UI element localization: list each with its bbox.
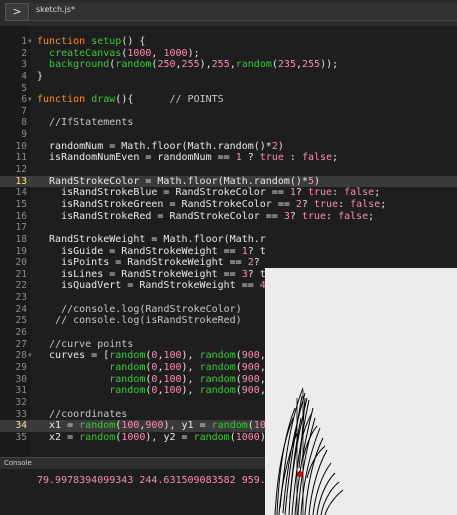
fold-arrow-icon[interactable]: ▼ <box>28 94 32 106</box>
line-number: 16 <box>15 210 27 222</box>
sketch-preview-canvas[interactable] <box>265 268 457 515</box>
code-line[interactable]: 7 <box>0 106 457 118</box>
code-text: RandStrokeWeight = Math.floor(Math.r <box>37 233 266 245</box>
code-text: // console.log(isRandStrokeRed) <box>55 315 242 327</box>
line-number: 26 <box>15 327 27 339</box>
code-text: isPoints = RandStrokeWeight == 2? <box>37 257 260 269</box>
code-line[interactable]: 13 RandStrokeColor = Math.floor(Math.ran… <box>0 175 457 188</box>
code-line[interactable]: 10 randomNum = Math.floor(Math.random()*… <box>0 141 457 153</box>
code-line[interactable]: 3 background(random(250,255),255,random(… <box>0 59 457 71</box>
code-text: RandStrokeColor = Math.floor(Math.random… <box>37 175 320 187</box>
line-number: 28 <box>15 350 27 362</box>
code-line[interactable]: 11 isRandomNumEven = randomNum == 1 ? tr… <box>0 152 457 164</box>
code-text: random(0,100), random(900, <box>109 385 266 397</box>
line-number: 24 <box>15 303 27 315</box>
code-text: isRandomNumEven = randomNum == 1 ? true … <box>37 152 339 164</box>
code-line[interactable]: 5 <box>0 83 457 95</box>
code-text: createCanvas(1000, 1000); <box>49 47 200 59</box>
line-number: 3 <box>21 59 27 71</box>
sketch-point <box>297 471 303 477</box>
line-number: 20 <box>15 257 27 269</box>
console-output: 79.9978394099343 244.631509083582 959.. <box>37 475 272 486</box>
code-text: background(random(250,255),255,random(23… <box>49 59 339 71</box>
line-number: 9 <box>21 129 27 141</box>
line-number: 30 <box>15 373 27 385</box>
line-number: 14 <box>15 187 27 199</box>
code-text: //console.log(RandStrokeColor) <box>61 303 242 315</box>
code-text: randomNum = Math.floor(Math.random()*2) <box>37 140 284 152</box>
code-text: isRandStrokeRed = RandStrokeColor == 3? … <box>37 210 375 222</box>
sketch-curve <box>320 481 340 515</box>
line-number: 2 <box>21 47 27 59</box>
line-number: 19 <box>15 245 27 257</box>
code-text: } <box>37 70 44 82</box>
code-line[interactable]: 6 ▼ function draw(){ // POINTS <box>0 94 457 106</box>
code-text: curves = [random(0,100), random(900, <box>37 350 266 362</box>
sketch-curve <box>324 489 344 515</box>
code-text: isRandStrokeGreen = RandStrokeColor == 2… <box>37 198 387 210</box>
code-line[interactable]: 14 isRandStrokeBlue = RandStrokeColor ==… <box>0 187 457 199</box>
code-line[interactable]: 9 <box>0 129 457 141</box>
line-number: 4 <box>21 70 27 82</box>
line-number: 21 <box>15 268 27 280</box>
code-text: isRandStrokeBlue = RandStrokeColor == 1?… <box>37 187 381 199</box>
line-number: 33 <box>15 408 27 420</box>
file-tab-label: sketch.js* <box>36 5 75 14</box>
line-number: 29 <box>15 361 27 373</box>
code-text: //coordinates <box>49 408 128 420</box>
sidebar-toggle-button[interactable]: > <box>5 3 29 21</box>
fold-arrow-icon[interactable]: ▼ <box>28 350 32 362</box>
line-number: 15 <box>15 198 27 210</box>
fold-arrow-icon[interactable]: ▼ <box>28 36 32 48</box>
code-text: isGuide = RandStrokeWeight == 1? t <box>37 245 266 257</box>
code-line[interactable]: 4} <box>0 71 457 83</box>
code-line[interactable]: 18 RandStrokeWeight = Math.floor(Math.r <box>0 234 457 246</box>
top-toolbar: > sketch.js* <box>0 0 457 27</box>
code-text: //curve points <box>49 338 134 350</box>
line-number: 35 <box>15 431 27 443</box>
line-number: 12 <box>15 164 27 176</box>
sketch-drawing <box>274 387 344 515</box>
line-number: 7 <box>21 105 27 117</box>
line-number: 32 <box>15 396 27 408</box>
code-text: isQuadVert = RandStrokeWeight == 4 <box>37 280 266 292</box>
code-text: //IfStatements <box>49 117 134 129</box>
sketch-curve <box>306 445 326 479</box>
line-number: 1 <box>21 36 27 47</box>
line-number: 8 <box>21 117 27 129</box>
console-label: Console <box>4 459 32 467</box>
code-line[interactable]: 12 <box>0 164 457 176</box>
code-text: random(0,100), random(900, <box>109 373 266 385</box>
code-line[interactable]: 15 isRandStrokeGreen = RandStrokeColor =… <box>0 199 457 211</box>
sketch-curve <box>308 449 328 515</box>
code-text: random(0,100), random(900, <box>109 361 266 373</box>
code-line[interactable]: 2 createCanvas(1000, 1000); <box>0 48 457 60</box>
code-line[interactable]: 1 ▼ function setup() { <box>0 36 457 48</box>
code-text: function draw(){ // POINTS <box>37 94 224 106</box>
sketch-curve <box>316 472 336 515</box>
code-text: isLines = RandStrokeWeight == 3? t <box>37 268 266 280</box>
line-number: 18 <box>15 233 27 245</box>
line-number: 6 <box>21 94 27 106</box>
line-number: 23 <box>15 292 27 304</box>
line-number: 25 <box>15 315 27 327</box>
code-line[interactable]: 8 //IfStatements <box>0 117 457 129</box>
line-number: 17 <box>15 222 27 234</box>
code-text: x1 = random(100,900), y1 = random(10 <box>37 420 266 432</box>
file-tab[interactable]: sketch.js* <box>30 3 457 21</box>
line-number: 31 <box>15 385 27 397</box>
line-number: 10 <box>15 140 27 152</box>
code-text: x2 = random(1000), y2 = random(1000) <box>37 431 266 443</box>
code-line[interactable]: 19 isGuide = RandStrokeWeight == 1? t <box>0 246 457 258</box>
line-number: 27 <box>15 338 27 350</box>
code-line[interactable]: 17 <box>0 222 457 234</box>
code-text: function setup() { <box>37 36 146 47</box>
line-number: 5 <box>21 82 27 94</box>
line-number: 13 <box>15 175 27 187</box>
code-line[interactable]: 16 isRandStrokeRed = RandStrokeColor == … <box>0 211 457 223</box>
line-number: 11 <box>15 152 27 164</box>
line-number: 22 <box>15 280 27 292</box>
line-number: 34 <box>15 420 27 432</box>
